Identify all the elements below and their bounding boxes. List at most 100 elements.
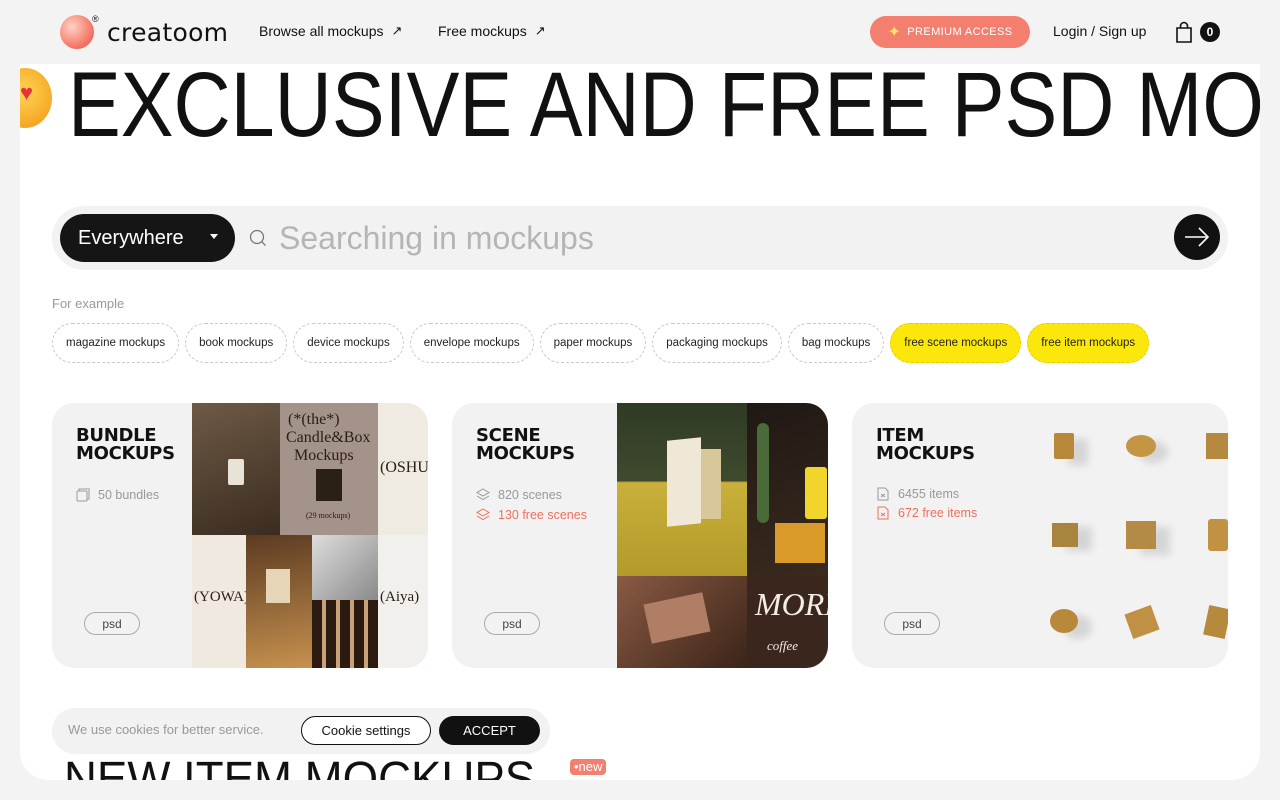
search-submit-button[interactable] <box>1174 214 1220 260</box>
magazine-scene-thumbnail <box>312 535 378 600</box>
card-title: ITEM MOCKUPS <box>876 427 975 463</box>
stat-text: 6455 items <box>898 487 960 501</box>
candle-box-cover-thumbnail: (*(the*) Candle&Box Mockups (29 mockups) <box>280 403 378 535</box>
tile-text: (*(the*) <box>288 411 340 428</box>
tile-text: (OSHU) <box>380 459 428 476</box>
card-title-line: MOCKUPS <box>476 443 575 464</box>
stat-text: 820 scenes <box>498 488 562 502</box>
cube-box-item-thumbnail <box>1126 521 1156 549</box>
tile-text: MORE <box>755 586 828 622</box>
search-scope-dropdown[interactable]: Everywhere <box>60 214 235 262</box>
scope-label: Everywhere <box>78 226 184 249</box>
psd-badge: psd <box>484 612 540 635</box>
tile-text: Mockups <box>294 447 354 464</box>
card-title: SCENE MOCKUPS <box>476 427 575 463</box>
logo-mark-icon <box>60 15 94 49</box>
document-icon <box>877 487 889 501</box>
booklet-scene-thumbnail <box>312 600 378 668</box>
cylinder-item-thumbnail <box>1208 519 1228 551</box>
chip-free-scene-mockups[interactable]: free scene mockups <box>890 323 1022 363</box>
nav-free-mockups[interactable]: Free mockups ↗ <box>438 23 546 39</box>
box-scene-thumbnail <box>617 576 747 668</box>
arrow-right-icon <box>1185 227 1210 247</box>
login-signup-link[interactable]: Login / Sign up <box>1053 23 1146 39</box>
premium-label: PREMIUM ACCESS <box>907 26 1013 38</box>
cookie-banner: We use cookies for better service. Cooki… <box>52 708 550 754</box>
square-box-item-thumbnail <box>1052 523 1078 547</box>
tile-text: (Aiya) <box>380 589 420 605</box>
logo-text: creatoom <box>107 17 229 47</box>
psd-badge: psd <box>84 612 140 635</box>
examples-label: For example <box>52 296 125 311</box>
stat-text: 672 free items <box>898 506 978 520</box>
item-mockups-card[interactable]: ITEM MOCKUPS 6455 items 672 free items p… <box>852 403 1228 668</box>
cookie-settings-button[interactable]: Cookie settings <box>301 716 431 745</box>
shopping-bag-icon[interactable] <box>1175 21 1193 43</box>
card-title: BUNDLE MOCKUPS <box>76 427 175 463</box>
tin-can-item-thumbnail <box>1126 435 1156 457</box>
tile-text: (29 mockups) <box>306 511 351 520</box>
hero-marquee: EXCLUSIVE AND FREE PSD MOCKUPS <box>68 64 1260 156</box>
candle-scene-thumbnail <box>192 403 280 535</box>
bundle-stack-icon <box>76 488 90 502</box>
site-header: creatoom ® Browse all mockups ↗ Free moc… <box>0 0 1280 64</box>
bundle-mockups-card[interactable]: BUNDLE MOCKUPS 50 bundles psd (*(the*) C… <box>52 403 428 668</box>
chip-packaging-mockups[interactable]: packaging mockups <box>652 323 782 363</box>
chip-device-mockups[interactable]: device mockups <box>293 323 404 363</box>
new-item-mockups-heading: NEW ITEM MOCKUPS <box>64 753 536 781</box>
more-coffee-scene-thumbnail: MORE coffee <box>747 576 828 668</box>
chip-paper-mockups[interactable]: paper mockups <box>539 323 647 363</box>
tile-text: (YOWA) <box>194 589 246 605</box>
free-item-count: 672 free items <box>876 506 977 520</box>
sparkle-icon: ✦ <box>887 24 902 41</box>
arrow-up-right-icon: ↗ <box>534 23 546 38</box>
tile-text: coffee <box>767 638 799 653</box>
document-icon <box>877 506 889 520</box>
jar-item-thumbnail <box>1054 433 1074 459</box>
premium-access-button[interactable]: ✦ PREMIUM ACCESS <box>870 16 1030 48</box>
main-panel: ♥ EXCLUSIVE AND FREE PSD MOCKUPS Everywh… <box>20 64 1260 780</box>
nav-label: Free mockups <box>438 23 527 39</box>
brochure-scene-thumbnail <box>246 535 312 668</box>
example-chips: magazine mockups book mockups device moc… <box>52 323 1150 363</box>
free-scene-count: 130 free scenes <box>476 508 587 522</box>
oshu-cover-thumbnail: (OSHU) <box>378 403 428 535</box>
heart-eyes-emoji-icon: ♥ <box>20 68 52 128</box>
chip-free-item-mockups[interactable]: free item mockups <box>1027 323 1150 363</box>
scene-mockups-card[interactable]: SCENE MOCKUPS 820 scenes 130 free scenes… <box>452 403 828 668</box>
search-input[interactable] <box>279 218 1159 258</box>
gift-box-item-thumbnail <box>1203 605 1228 639</box>
layers-icon <box>476 508 490 521</box>
coffee-cup-scene-thumbnail <box>747 403 828 576</box>
new-badge: •new <box>570 759 607 775</box>
paper-bag-scene-thumbnail <box>617 403 747 576</box>
registered-mark: ® <box>92 14 99 24</box>
arrow-up-right-icon: ↗ <box>391 23 403 38</box>
heart-icon: ♥ <box>20 80 34 105</box>
chip-bag-mockups[interactable]: bag mockups <box>787 323 885 363</box>
stat-text: 50 bundles <box>98 488 160 502</box>
nav-browse-all-mockups[interactable]: Browse all mockups ↗ <box>259 23 402 39</box>
stat-text: 130 free scenes <box>498 508 587 522</box>
chip-book-mockups[interactable]: book mockups <box>185 323 288 363</box>
logo[interactable]: creatoom <box>60 15 228 49</box>
round-tin-item-thumbnail <box>1050 609 1078 633</box>
item-count: 6455 items <box>876 487 959 501</box>
card-title-line: MOCKUPS <box>876 443 975 464</box>
card-title-line: MOCKUPS <box>76 443 175 464</box>
yowa-cover-thumbnail: (YOWA) <box>192 535 246 668</box>
caret-down-icon <box>210 234 218 239</box>
tilted-box-item-thumbnail <box>1124 604 1160 640</box>
search-bar: Everywhere <box>52 206 1228 270</box>
chip-envelope-mockups[interactable]: envelope mockups <box>409 323 534 363</box>
scene-count: 820 scenes <box>476 488 562 502</box>
chip-magazine-mockups[interactable]: magazine mockups <box>52 323 180 363</box>
nav-label: Browse all mockups <box>259 23 384 39</box>
psd-badge: psd <box>884 612 940 635</box>
box-item-thumbnail <box>1206 433 1228 459</box>
layers-icon <box>476 488 490 501</box>
aiya-cover-thumbnail: (Aiya) <box>378 535 428 668</box>
tile-text: Candle&Box <box>286 429 371 446</box>
cart-count-badge: 0 <box>1200 22 1220 42</box>
accept-cookies-button[interactable]: ACCEPT <box>439 716 540 745</box>
